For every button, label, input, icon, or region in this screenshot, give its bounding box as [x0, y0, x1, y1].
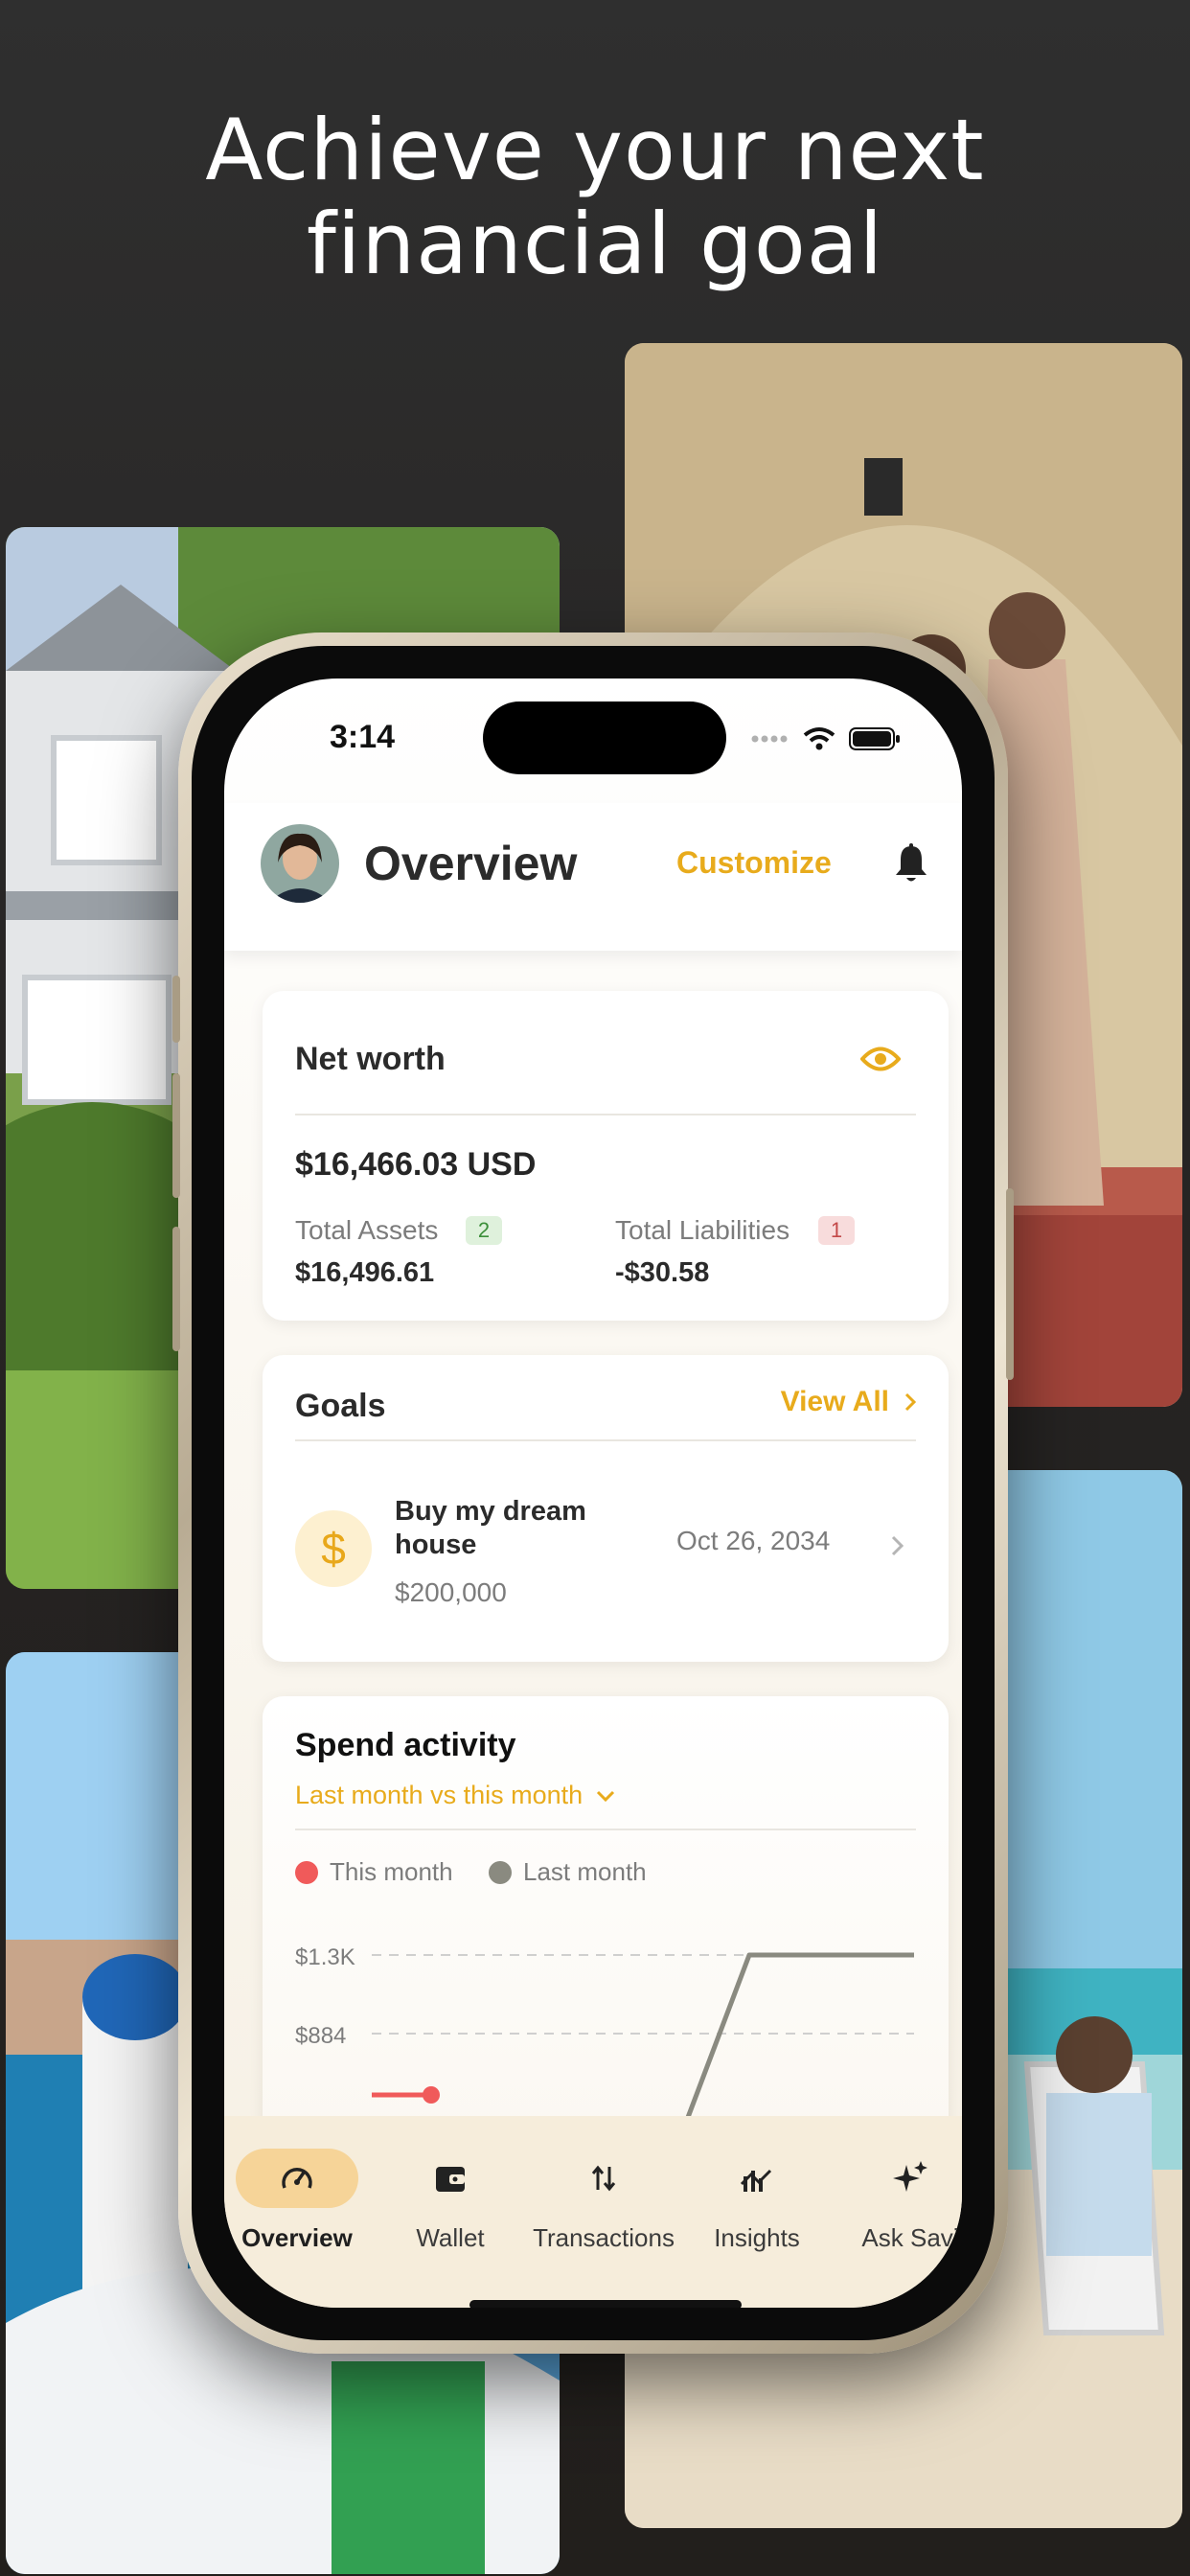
legend-dot	[295, 1860, 318, 1884]
liabilities-count-badge: 1	[818, 1216, 855, 1245]
tab-wallet[interactable]: Wallet	[374, 2149, 527, 2253]
phone-power-button	[1006, 1188, 1014, 1380]
eye-icon[interactable]	[860, 1045, 901, 1073]
tab-label: Wallet	[416, 2223, 485, 2252]
legend-label: This month	[330, 1857, 453, 1886]
total-liabilities-label: Total Liabilities	[615, 1215, 790, 1245]
transfer-arrows-icon	[591, 2165, 616, 2192]
tab-icon-bg	[389, 2149, 512, 2208]
tab-insights[interactable]: Insights	[680, 2149, 834, 2253]
dynamic-island	[483, 702, 726, 774]
tab-label: Overview	[241, 2223, 353, 2252]
signal-dots-icon	[751, 735, 788, 743]
tab-label: Transactions	[533, 2223, 675, 2252]
status-time: 3:14	[330, 719, 396, 755]
phone-frame: 3:14 Overview Customize Net worth $16,46…	[172, 632, 1014, 2354]
goal-name: Buy my dream house	[395, 1496, 586, 1560]
tab-overview[interactable]: Overview	[224, 2149, 374, 2253]
spend-activity-card: Spend activity Last month vs this month …	[263, 1696, 949, 2137]
total-assets-value: $16,496.61	[295, 1257, 435, 1288]
comparison-dropdown[interactable]: Last month vs this month	[295, 1781, 615, 1810]
phone-side-button	[172, 1227, 180, 1351]
status-bar: 3:14	[224, 678, 962, 803]
app-header: Overview Customize	[224, 803, 962, 951]
total-assets-label: Total Assets	[295, 1215, 439, 1245]
phone-side-button	[172, 976, 180, 1043]
sparkle-icon	[893, 2161, 927, 2192]
legend-dot	[489, 1860, 512, 1884]
headline-line-2: financial goal	[306, 195, 884, 293]
chevron-right-icon	[891, 1535, 904, 1556]
chevron-down-icon	[597, 1790, 615, 1802]
phone-side-button	[172, 1073, 180, 1198]
spend-chart: $1.3K $884	[295, 1944, 914, 2128]
tab-ask-savi[interactable]: Ask Savi	[834, 2149, 962, 2253]
legend-label: Last month	[523, 1857, 647, 1886]
tab-transactions[interactable]: Transactions	[527, 2149, 680, 2253]
home-indicator	[469, 2300, 742, 2308]
net-worth-divider	[295, 1114, 916, 1116]
avatar[interactable]	[261, 824, 339, 903]
series-point-this-month	[423, 2086, 440, 2104]
app-screen: 3:14 Overview Customize Net worth $16,46…	[224, 678, 962, 2308]
y-tick-label: $1.3K	[295, 1944, 355, 1970]
spend-divider	[295, 1828, 916, 1830]
status-icons	[751, 726, 901, 751]
tab-icon-bg	[696, 2149, 818, 2208]
net-worth-value: $16,466.03 USD	[295, 1146, 537, 1183]
spend-activity-title: Spend activity	[295, 1727, 516, 1763]
tab-label: Insights	[714, 2223, 800, 2252]
goal-date: Oct 26, 2034	[676, 1526, 831, 1555]
total-liabilities-value: -$30.58	[615, 1257, 710, 1288]
comparison-label: Last month vs this month	[295, 1781, 584, 1809]
goals-card: Goals View All $ Buy my dream house $200…	[263, 1355, 949, 1662]
tab-icon-bg	[849, 2149, 962, 2208]
series-line-last-month	[681, 1952, 914, 2128]
tab-icon-bg	[542, 2149, 665, 2208]
assets-count-badge: 2	[466, 1216, 502, 1245]
tab-bar: Overview Wallet Transactions Insights As…	[224, 2116, 962, 2308]
insights-chart-icon	[740, 2169, 772, 2192]
phone-bezel: 3:14 Overview Customize Net worth $16,46…	[192, 646, 995, 2340]
bell-icon[interactable]	[889, 841, 933, 886]
wifi-icon	[803, 727, 835, 750]
y-tick-label: $884	[295, 2023, 346, 2049]
net-worth-card: Net worth $16,466.03 USD Total Assets 2 …	[263, 991, 949, 1321]
headline-line-1: Achieve your next	[205, 101, 985, 199]
battery-icon	[849, 727, 900, 750]
goal-amount: $200,000	[395, 1577, 507, 1607]
headline: Achieve your next financial goal	[0, 104, 1190, 291]
goal-row[interactable]: $ Buy my dream house $200,000 Oct 26, 20…	[263, 1355, 949, 1662]
net-worth-title: Net worth	[295, 1041, 446, 1077]
legend-this-month: This month	[295, 1857, 453, 1887]
tab-label: Ask Savi	[861, 2223, 959, 2252]
tab-icon-bg	[236, 2149, 358, 2208]
page-title: Overview	[364, 837, 578, 890]
dollar-icon: $	[295, 1510, 372, 1587]
wallet-icon	[436, 2167, 465, 2192]
gauge-icon	[282, 2168, 312, 2189]
legend-last-month: Last month	[489, 1857, 647, 1887]
customize-button[interactable]: Customize	[676, 845, 832, 881]
